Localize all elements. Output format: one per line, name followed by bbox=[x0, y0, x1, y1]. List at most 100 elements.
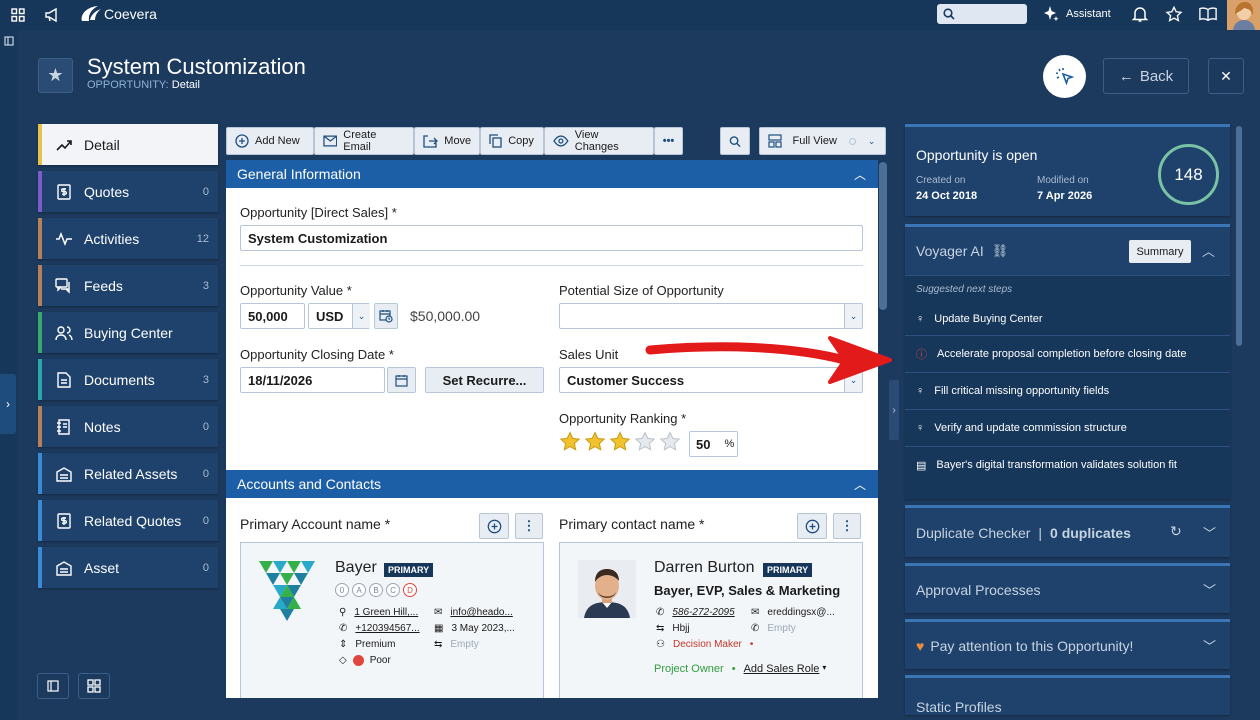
primary-contact-card[interactable]: Darren Burton PRIMARY Bayer, EVP, Sales … bbox=[559, 542, 863, 698]
ranking-percent-input[interactable]: 50 % bbox=[689, 431, 738, 457]
view-mode-select[interactable]: Full View ⌄ bbox=[759, 127, 886, 155]
star-icon[interactable] bbox=[659, 431, 681, 453]
view-changes-button[interactable]: View Changes bbox=[543, 127, 654, 155]
interaction-mode-button[interactable] bbox=[1043, 55, 1086, 98]
nav-item-related-quotes[interactable]: Related Quotes 0 bbox=[38, 500, 218, 541]
move-button[interactable]: Move bbox=[414, 127, 481, 155]
sidebar-layout-button[interactable] bbox=[37, 673, 69, 699]
create-email-label: Create Email bbox=[343, 129, 377, 153]
voyager-ai-panel: Voyager AI ⛓ Summary ︿ Suggested next st… bbox=[905, 224, 1230, 499]
nav-item-buying-center[interactable]: Buying Center bbox=[38, 312, 218, 353]
add-contact-button[interactable] bbox=[797, 513, 827, 539]
favorite-record-button[interactable]: ★ bbox=[38, 58, 73, 93]
set-recurrence-button[interactable]: Set Recurre... bbox=[425, 367, 544, 393]
account-name[interactable]: Bayer bbox=[335, 559, 377, 577]
apps-grid-icon[interactable] bbox=[9, 6, 27, 24]
opportunity-value-label: Opportunity Value * bbox=[240, 283, 352, 298]
more-actions-button[interactable]: ••• bbox=[653, 127, 684, 155]
right-scrollbar[interactable] bbox=[1236, 126, 1242, 346]
star-icon[interactable] bbox=[609, 431, 631, 453]
suggestion-item[interactable]: ♀ Verify and update commission structure bbox=[905, 409, 1230, 446]
panel-toggle-icon[interactable] bbox=[4, 33, 14, 51]
chevron-up-icon[interactable]: ︿ bbox=[1202, 241, 1215, 260]
refresh-icon[interactable]: ↻ bbox=[1170, 523, 1182, 540]
create-email-button[interactable]: Create Email bbox=[313, 127, 415, 155]
back-button[interactable]: ← Back bbox=[1103, 58, 1189, 94]
assistant-button[interactable]: Assistant bbox=[1042, 5, 1111, 23]
chevron-down-icon: ⌄ bbox=[867, 135, 876, 146]
add-account-button[interactable] bbox=[479, 513, 509, 539]
suggestion-item[interactable]: ♀ Update Buying Center bbox=[905, 302, 1230, 335]
move-label: Move bbox=[444, 135, 472, 147]
chevron-down-icon[interactable]: ﹀ bbox=[1203, 580, 1216, 599]
nav-item-asset[interactable]: Asset 0 bbox=[38, 547, 218, 588]
search-icon bbox=[730, 135, 742, 147]
chevron-down-icon[interactable]: ﹀ bbox=[1203, 523, 1216, 542]
view-mode-label: Full View bbox=[792, 135, 837, 147]
ranking-stars[interactable] bbox=[559, 431, 681, 453]
nav-item-notes[interactable]: Notes 0 bbox=[38, 406, 218, 447]
nav-item-documents[interactable]: Documents 3 bbox=[38, 359, 218, 400]
grade-badge: 0 bbox=[335, 583, 349, 597]
star-icon[interactable] bbox=[559, 431, 581, 453]
favorites-star-icon[interactable] bbox=[1165, 5, 1183, 23]
general-information-header[interactable]: General Information ︿ bbox=[226, 160, 878, 188]
nav-item-detail[interactable]: Detail bbox=[38, 124, 218, 165]
search-record-button[interactable] bbox=[720, 127, 751, 155]
close-button[interactable]: ✕ bbox=[1208, 58, 1244, 94]
help-book-icon[interactable] bbox=[1199, 5, 1217, 23]
notifications-bell-icon[interactable] bbox=[1131, 5, 1149, 23]
potential-size-select[interactable] bbox=[559, 303, 863, 329]
nav-item-quotes[interactable]: Quotes 0 bbox=[38, 171, 218, 212]
chevron-down-icon[interactable]: ﹀ bbox=[1203, 636, 1216, 655]
tag-icon: ◇ bbox=[339, 655, 347, 666]
accounts-contacts-header[interactable]: Accounts and Contacts ︿ bbox=[226, 470, 878, 498]
star-icon[interactable] bbox=[584, 431, 606, 453]
attention-panel[interactable]: ♥ Pay attention to this Opportunity! ﹀ bbox=[905, 619, 1230, 669]
opportunity-value-input[interactable]: 50,000 bbox=[240, 303, 305, 329]
contact-name[interactable]: Darren Burton bbox=[654, 559, 755, 577]
account-email[interactable]: info@heado... bbox=[450, 607, 512, 618]
opportunity-name-input[interactable]: System Customization bbox=[240, 225, 863, 251]
account-more-button[interactable]: ⋮ bbox=[515, 513, 543, 539]
grid-layout-button[interactable] bbox=[78, 673, 110, 699]
account-phone[interactable]: +120394567... bbox=[355, 623, 419, 634]
nav-item-feeds[interactable]: Feeds 3 bbox=[38, 265, 218, 306]
approval-processes-panel[interactable]: Approval Processes ﹀ bbox=[905, 563, 1230, 613]
suggestion-item[interactable]: ▤ Bayer's digital transformation validate… bbox=[905, 446, 1230, 483]
nav-label: Quotes bbox=[84, 183, 130, 200]
currency-history-button[interactable] bbox=[374, 303, 398, 329]
nav-label: Notes bbox=[84, 418, 121, 435]
add-new-button[interactable]: Add New bbox=[226, 127, 314, 155]
static-profiles-panel[interactable]: Static Profiles bbox=[905, 675, 1230, 715]
sparkle-icon bbox=[1044, 6, 1059, 22]
voyager-ai-header[interactable]: Voyager AI ⛓ Summary ︿ bbox=[905, 227, 1230, 275]
chevron-down-icon[interactable]: ⌄ bbox=[352, 304, 370, 328]
nav-item-activities[interactable]: Activities 12 bbox=[38, 218, 218, 259]
app-logo[interactable]: Coevera bbox=[78, 5, 157, 23]
megaphone-icon[interactable] bbox=[43, 6, 61, 24]
expand-sidebar-button[interactable]: › bbox=[0, 374, 16, 434]
chevron-down-icon[interactable]: ⌄ bbox=[844, 304, 862, 328]
closing-date-input[interactable]: 18/11/2026 bbox=[240, 367, 385, 393]
suggestion-item[interactable]: ♀ Fill critical missing opportunity field… bbox=[905, 372, 1230, 409]
duplicate-checker-panel[interactable]: Duplicate Checker | 0 duplicates ↻ ﹀ bbox=[905, 505, 1230, 557]
user-avatar[interactable] bbox=[1227, 0, 1260, 30]
date-picker-button[interactable] bbox=[387, 367, 416, 393]
global-search-input[interactable] bbox=[937, 4, 1027, 24]
star-icon[interactable] bbox=[634, 431, 656, 453]
account-address[interactable]: 1 Green Hill,... bbox=[354, 607, 418, 618]
contact-role: Decision Maker bbox=[672, 639, 742, 650]
contact-phone[interactable]: 586-272-2095 bbox=[672, 607, 734, 618]
main-scrollbar[interactable] bbox=[879, 162, 887, 310]
copy-button[interactable]: Copy bbox=[480, 127, 544, 155]
contact-more-button[interactable]: ⋮ bbox=[833, 513, 861, 539]
suggestion-item[interactable]: ⓘ Accelerate proposal completion before c… bbox=[905, 335, 1230, 372]
summary-button[interactable]: Summary bbox=[1129, 240, 1191, 263]
nav-item-related-assets[interactable]: Related Assets 0 bbox=[38, 453, 218, 494]
primary-account-card[interactable]: Bayer PRIMARY 0ABCD ⚲ 1 Green Hill,... ✉ i… bbox=[240, 542, 544, 698]
contact-email[interactable]: ereddingsx@... bbox=[767, 607, 834, 618]
location-pin-icon: ⚲ bbox=[339, 607, 347, 618]
rating-dot-icon bbox=[352, 655, 364, 666]
add-sales-role-link[interactable]: Add Sales Role bbox=[744, 663, 820, 675]
